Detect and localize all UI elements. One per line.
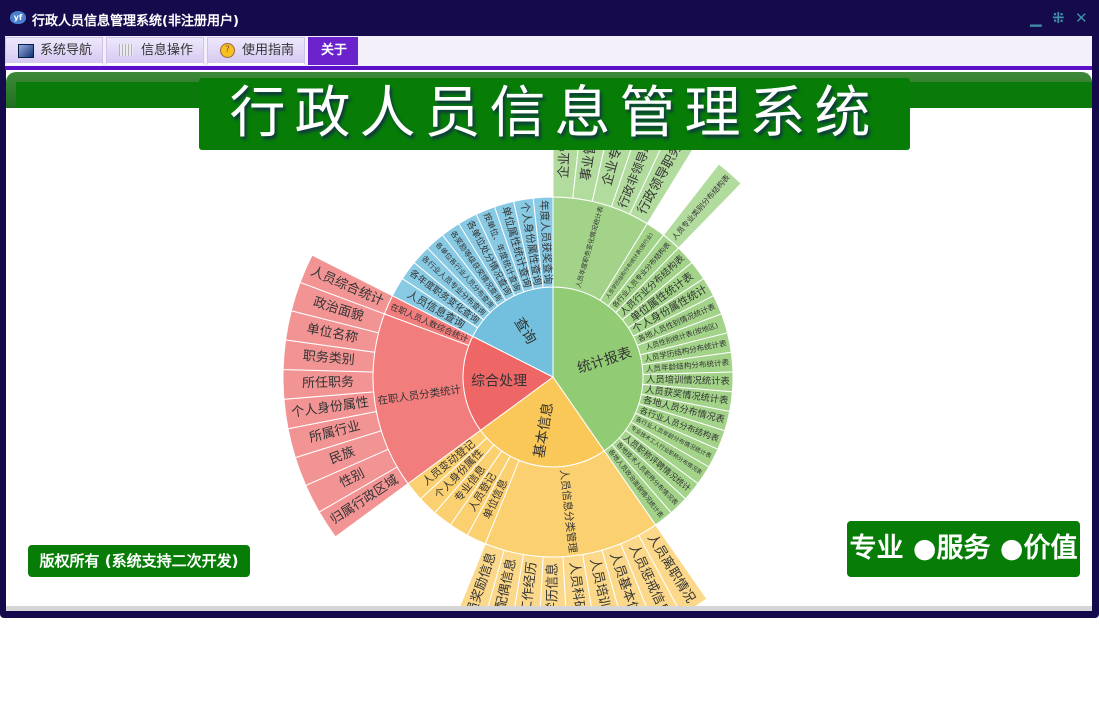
tab-user-guide[interactable]: ? 使用指南	[207, 37, 305, 65]
minimize-icon[interactable]: ▁	[1030, 9, 1042, 27]
tab-label: 使用指南	[242, 43, 295, 58]
help-icon: ?	[220, 43, 235, 58]
tab-system-nav[interactable]: 系统导航	[5, 37, 103, 65]
tab-label: 关于	[321, 43, 348, 58]
monitor-icon	[18, 44, 34, 58]
system-title-banner: 行政人员信息管理系统	[199, 78, 910, 150]
menu-bar: 系统导航 信息操作 ? 使用指南 关于	[5, 36, 1092, 66]
close-icon[interactable]: ✕	[1075, 9, 1088, 27]
window-title: 行政人员信息管理系统(非注册用户)	[32, 14, 239, 29]
sunburst-label: 所任职务	[302, 374, 354, 391]
tab-info-operation[interactable]: 信息操作	[106, 37, 204, 65]
copyright-badge: 版权所有 (系统支持二次开发)	[28, 545, 250, 577]
sunburst-label: 人员学历信息	[545, 563, 561, 611]
status-strip	[6, 606, 1092, 611]
tab-about[interactable]: 关于	[308, 37, 358, 65]
sunburst-label: 综合处理	[471, 373, 527, 389]
restore-icon[interactable]: ⁜	[1052, 9, 1065, 27]
app-window: yf 行政人员信息管理系统(非注册用户) ▁ ⁜ ✕ 系统导航 信息操作 ? 使…	[0, 0, 1099, 618]
title-bar: yf 行政人员信息管理系统(非注册用户) ▁ ⁜ ✕	[0, 0, 1099, 36]
sunburst-label: 人员专业类别分布结构表	[669, 172, 732, 242]
main-content: 统计报表 人员年度职务变化情况统计表 企业管理 事业管理 企业专业 行政非领导职务 行政领导…	[6, 70, 1092, 611]
app-logo-icon: yf	[10, 11, 26, 24]
tab-label: 信息操作	[141, 43, 194, 58]
grid-icon	[119, 44, 133, 56]
slogan-badge: 专业 ●服务 ●价值	[847, 521, 1080, 577]
tab-label: 系统导航	[40, 43, 93, 58]
